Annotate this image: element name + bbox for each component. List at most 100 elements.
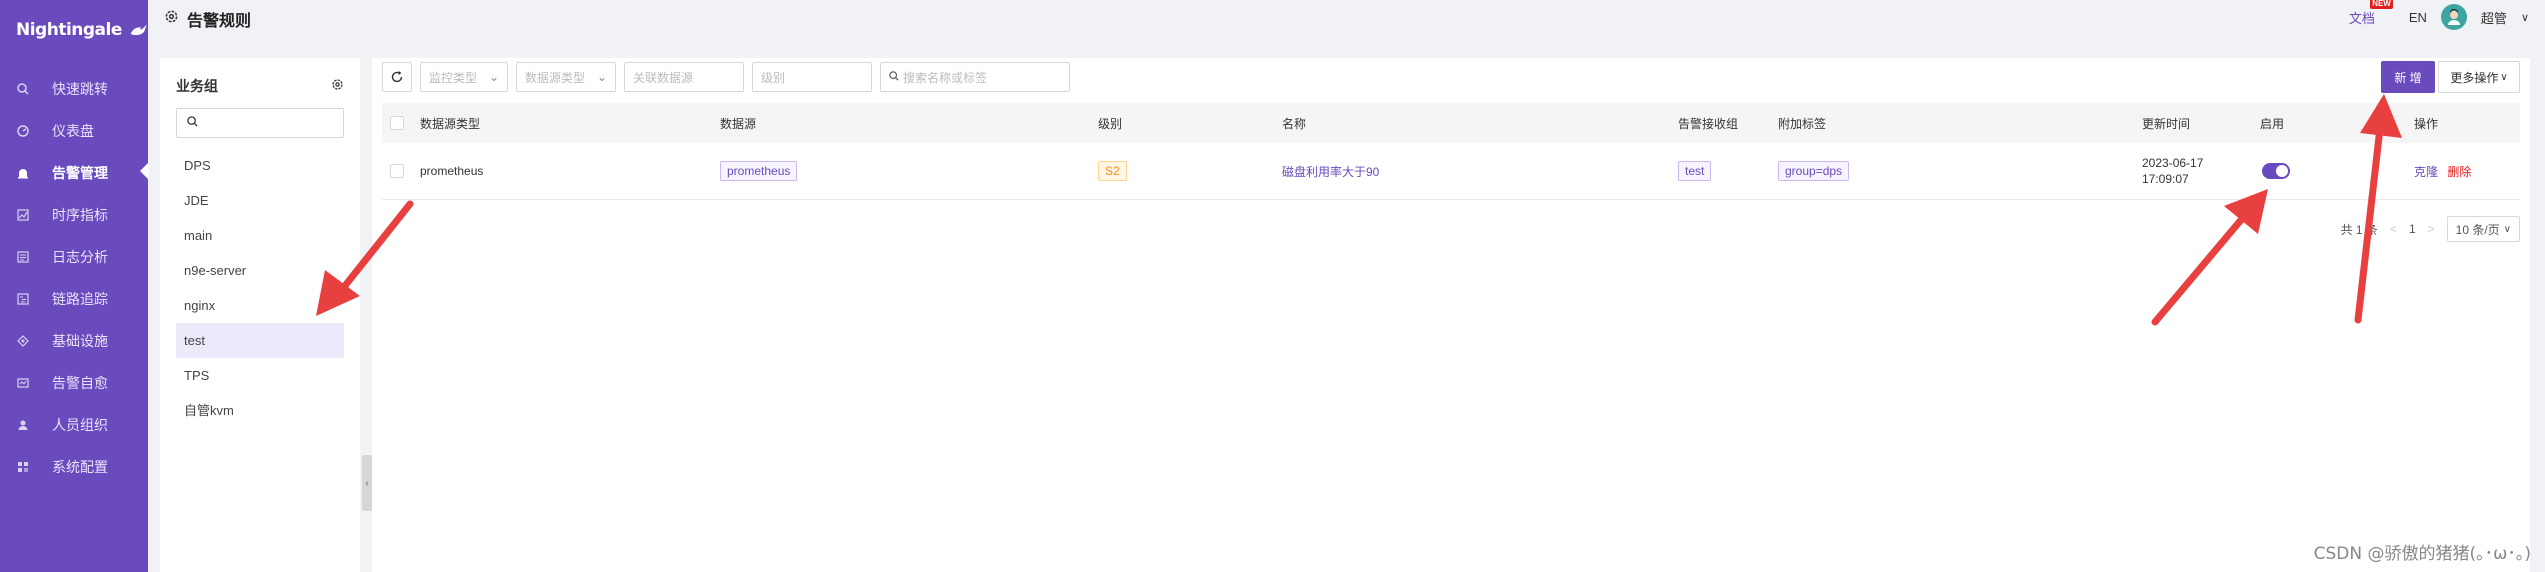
datasource-type-placeholder: 数据源类型 [525,70,586,85]
alert-rules-table: 数据源类型 数据源 级别 名称 告警接收组 附加标签 更新时间 启用 操作 pr… [382,103,2520,200]
sidebar-item-alarm-management[interactable]: 告警管理 [0,152,149,194]
docs-link[interactable]: 文档 NEW [2348,0,2393,27]
more-actions-button[interactable]: 更多操作 ∨ [2438,61,2520,93]
sidebar-item-infrastructure[interactable]: 基础设施 [0,320,148,362]
sidebar-item-tracing[interactable]: 链路追踪 [0,278,148,320]
col-enabled[interactable]: 启用 [2260,115,2284,132]
group-item-nginx[interactable]: nginx [176,288,344,323]
sidebar-item-label: 仪表盘 [52,123,94,139]
sidebar-item-dashboard[interactable]: 仪表盘 [0,110,148,152]
user-icon [16,418,30,432]
group-item-tps[interactable]: TPS [176,358,344,393]
related-datasource-placeholder: 关联数据源 [633,70,694,85]
sidebar-item-quick-jump[interactable]: 快速跳转 [0,68,148,110]
next-page-button[interactable]: > [2428,222,2435,236]
sidebar-item-log-analysis[interactable]: 日志分析 [0,236,148,278]
user-name[interactable]: 超管 [2481,8,2507,27]
level-placeholder: 级别 [761,70,786,85]
sidebar-item-label: 链路追踪 [52,291,108,307]
watermark: CSDN @骄傲的猪猪(｡･ω･｡) [2313,544,2531,564]
page-title: 告警规则 [164,7,251,31]
sidebar-item-settings[interactable]: 系统配置 [0,446,148,488]
clone-link[interactable]: 克隆 [2414,165,2438,179]
sidebar-item-metrics[interactable]: 时序指标 [0,194,148,236]
business-group-title: 业务组 [176,78,218,94]
group-item-kvm[interactable]: 自管kvm [176,393,344,428]
sidebar-item-label: 快速跳转 [52,81,108,97]
chevron-down-icon[interactable]: ∨ [2521,11,2529,24]
col-name[interactable]: 名称 [1282,115,1306,132]
update-date: 2023-06-17 [2142,156,2204,170]
group-item-test[interactable]: test [176,323,344,358]
row-checkbox[interactable] [390,164,404,178]
chevron-left-icon: ‹ [365,477,369,489]
sidebar-item-label: 人员组织 [52,417,108,433]
col-actions: 操作 [2414,116,2439,131]
table-row[interactable]: prometheus prometheus S2 磁盘利用率大于90 test … [382,143,2520,200]
trace-icon [16,292,30,306]
col-level[interactable]: 级别 [1098,115,1122,132]
datasource-tag: prometheus [720,161,798,181]
dashboard-icon [16,124,30,138]
language-switch[interactable]: EN [2409,10,2427,25]
sidebar-item-self-healing[interactable]: 告警自愈 [0,362,148,404]
main-content: 监控类型 ⌄ 数据源类型 ⌄ 关联数据源 级别 搜索名称或标签 新 增 更多操作 ∨ … [372,58,2530,572]
collapse-panel-handle[interactable]: ‹ [362,455,372,511]
level-input[interactable]: 级别 [752,62,872,92]
table-header: 数据源类型 数据源 级别 名称 告警接收组 附加标签 更新时间 启用 操作 [382,103,2520,143]
sidebar-item-label: 告警自愈 [52,375,108,391]
refresh-button[interactable] [382,62,412,92]
gear-icon [164,9,179,29]
group-item-n9e-server[interactable]: n9e-server [176,253,344,288]
col-notify-group[interactable]: 告警接收组 [1678,115,1738,132]
heal-icon [16,376,30,390]
business-group-list: DPS JDE main n9e-server nginx test TPS 自… [160,148,360,428]
sidebar-item-label: 系统配置 [52,459,108,475]
col-datasource-type[interactable]: 数据源类型 [420,115,480,132]
monitor-type-select[interactable]: 监控类型 ⌄ [420,62,508,92]
monitor-type-placeholder: 监控类型 [429,70,478,85]
group-item-dps[interactable]: DPS [176,148,344,183]
chevron-down-icon: ⌄ [488,70,499,84]
rule-name-link[interactable]: 磁盘利用率大于90 [1282,163,1379,180]
prev-page-button[interactable]: < [2390,222,2397,236]
sidebar-item-org[interactable]: 人员组织 [0,404,148,446]
business-group-search[interactable] [176,108,344,138]
infra-icon [16,334,30,348]
delete-link[interactable]: 删除 [2447,165,2471,179]
group-item-jde[interactable]: JDE [176,183,344,218]
col-update-time[interactable]: 更新时间 [2142,115,2190,132]
search-icon [187,114,198,132]
logo-text: Nightingale [16,20,122,40]
datasource-type-select[interactable]: 数据源类型 ⌄ [516,62,616,92]
select-all-checkbox[interactable] [390,116,404,130]
enable-toggle[interactable] [2262,163,2290,179]
docs-label: 文档 [2348,10,2375,26]
logo[interactable]: Nightingale [0,0,148,60]
level-tag: S2 [1098,161,1127,181]
sidebar-item-label: 日志分析 [52,249,108,265]
notify-group-tag: test [1678,161,1712,181]
new-rule-button[interactable]: 新 增 [2381,61,2435,93]
col-append-tags[interactable]: 附加标签 [1778,115,1826,132]
chevron-down-icon: ∨ [2503,223,2511,235]
append-tag: group=dps [1778,161,1850,181]
avatar[interactable] [2440,4,2467,30]
pagination: 共 1 条 < 1 > 10 条/页 ∨ [2341,216,2520,242]
col-datasource[interactable]: 数据源 [720,115,756,132]
page-size-select[interactable]: 10 条/页 ∨ [2446,216,2520,242]
sidebar: Nightingale 快速跳转 仪表盘 告警管理 时序指标 日志分析 链路追踪… [0,0,149,572]
related-datasource-input[interactable]: 关联数据源 [624,62,744,92]
more-actions-label: 更多操作 [2450,70,2499,85]
new-badge: NEW [2370,0,2393,9]
page-size-label: 10 条/页 [2455,222,2500,237]
search-input[interactable]: 搜索名称或标签 [880,62,1070,92]
group-item-main[interactable]: main [176,218,344,253]
page-number[interactable]: 1 [2409,222,2416,236]
chevron-down-icon: ∨ [2500,71,2508,83]
settings-gear-icon[interactable] [331,78,344,94]
sidebar-item-label: 时序指标 [52,207,108,223]
search-icon [16,82,30,96]
search-placeholder: 搜索名称或标签 [903,70,988,85]
header: 告警规则 [148,0,2545,38]
